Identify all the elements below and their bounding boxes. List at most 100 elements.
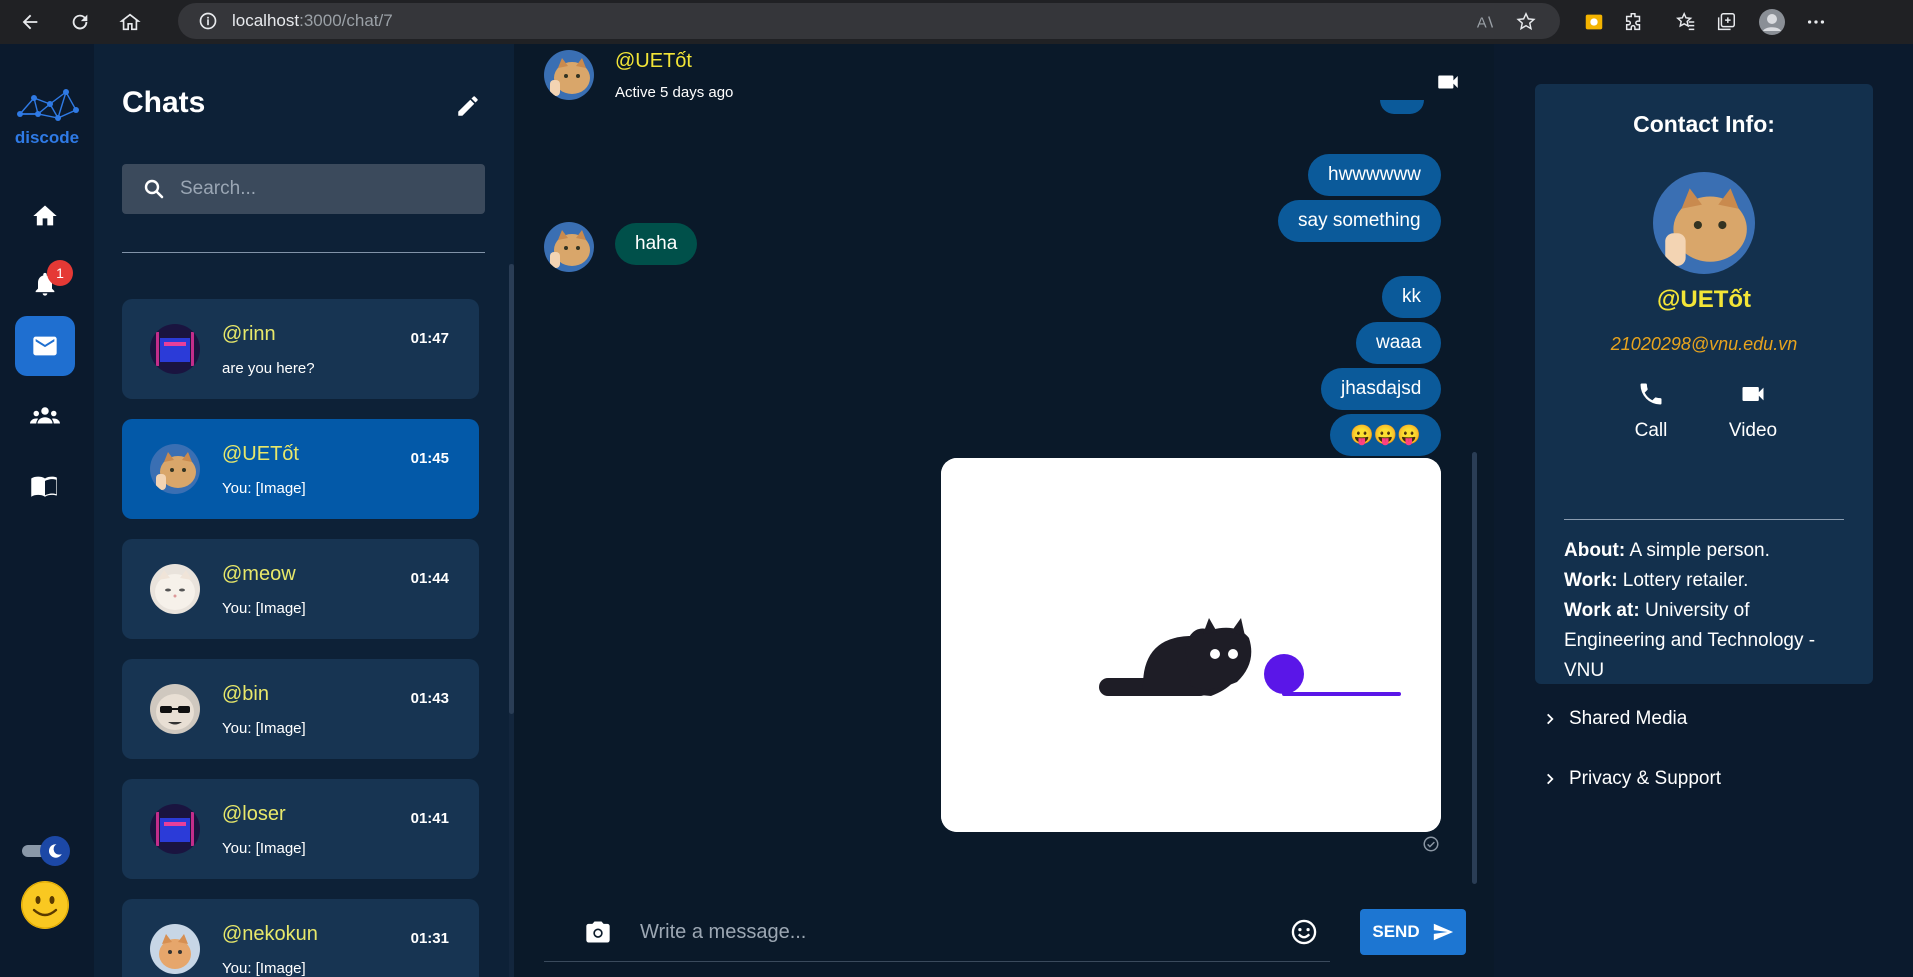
address-bar[interactable]: localhost:3000/chat/7	[178, 3, 1560, 39]
conversation-scrollbar[interactable]	[1472, 452, 1477, 884]
contact-card: Contact Info: @UETốt 21020298@vnu.edu.vn…	[1535, 84, 1873, 684]
emoji-icon	[1291, 919, 1317, 945]
extensions-puzzle-icon[interactable]	[1614, 2, 1654, 42]
call-button[interactable]: Call	[1611, 380, 1691, 442]
contact-name: @UETốt	[1656, 286, 1752, 313]
search-input[interactable]	[180, 178, 460, 200]
shared-media-toggle[interactable]: Shared Media	[1543, 708, 1687, 730]
info-icon[interactable]	[198, 11, 218, 31]
svg-text:A: A	[1477, 16, 1487, 32]
avatar	[150, 684, 200, 734]
phone-icon	[1640, 383, 1662, 405]
home-outline-icon	[119, 13, 141, 31]
nav-home[interactable]	[15, 186, 75, 246]
collections-icon[interactable]	[1706, 2, 1746, 42]
favorites-icon[interactable]	[1666, 2, 1706, 42]
send-button[interactable]: SEND	[1360, 909, 1466, 955]
conversation-avatar[interactable]	[544, 50, 594, 100]
chat-preview: are you here?	[222, 360, 315, 377]
message-bubble-outgoing: jhasdajsd	[1321, 368, 1442, 410]
conversation-panel: @UETốt Active 5 days ago hwwwwww say som…	[514, 44, 1494, 977]
work-at-row: Work at: University of Engineering and T…	[1564, 600, 1816, 681]
chats-title: Chats	[122, 86, 206, 119]
send-label: SEND	[1372, 922, 1420, 941]
chat-preview: You: [Image]	[222, 720, 306, 737]
reload-icon	[72, 14, 88, 30]
user-avatar-smiley[interactable]	[20, 880, 70, 930]
chat-time: 01:45	[410, 450, 449, 467]
avatar	[150, 804, 200, 854]
nav-groups[interactable]	[15, 386, 75, 446]
chat-time: 01:31	[410, 930, 449, 947]
browser-toolbar: localhost:3000/chat/7 A	[0, 0, 1913, 44]
chat-item-rinn[interactable]: @rinn 01:47 are you here?	[122, 299, 479, 399]
chat-time: 01:47	[410, 330, 449, 347]
notification-badge: 1	[47, 260, 73, 286]
videocam-icon	[1742, 387, 1764, 401]
extension-icon[interactable]	[1574, 2, 1614, 42]
back-button[interactable]	[10, 4, 50, 40]
call-label: Call	[1634, 420, 1668, 441]
nav-messages[interactable]	[15, 316, 75, 376]
chat-item-meow[interactable]: @meow 01:44 You: [Image]	[122, 539, 479, 639]
work-row: Work: Lottery retailer.	[1564, 570, 1749, 591]
conversation-status: Active 5 days ago	[615, 84, 734, 101]
search-box[interactable]	[122, 164, 485, 214]
chevron-right-icon	[1547, 713, 1554, 725]
attach-photo-button[interactable]	[582, 916, 614, 948]
arrow-left-icon	[22, 14, 38, 30]
url-text: localhost:3000/chat/7	[232, 11, 393, 30]
contact-info-panel: Contact Info: @UETốt 21020298@vnu.edu.vn…	[1494, 44, 1913, 977]
chat-name: @nekokun	[222, 923, 318, 945]
chat-name: @rinn	[222, 323, 276, 345]
chat-preview: You: [Image]	[222, 960, 306, 977]
nav-notifications[interactable]: 1	[15, 254, 75, 314]
privacy-support-toggle[interactable]: Privacy & Support	[1543, 768, 1721, 790]
groups-icon	[30, 407, 60, 424]
network-logo-icon	[17, 89, 79, 121]
app-root: discode 1 Chats Search... @rinn 01:47 ar…	[0, 44, 1913, 977]
reload-button[interactable]	[60, 4, 100, 40]
divider	[122, 252, 485, 253]
shared-media-label: Shared Media	[1569, 708, 1688, 729]
chat-preview: You: [Image]	[222, 600, 306, 617]
send-icon	[1433, 923, 1453, 941]
theme-toggle[interactable]	[22, 836, 72, 866]
video-button[interactable]: Video	[1713, 380, 1793, 442]
message-image[interactable]	[941, 458, 1441, 832]
message-bubble-outgoing: say something	[1278, 200, 1441, 242]
cat-with-yarn-image	[941, 458, 1441, 832]
video-label: Video	[1728, 420, 1778, 441]
message-input[interactable]	[640, 916, 1250, 948]
chat-name: @meow	[222, 563, 296, 585]
favorite-add-icon[interactable]	[1506, 2, 1546, 42]
moon-icon	[40, 836, 70, 866]
new-chat-button[interactable]	[450, 88, 486, 124]
nav-docs[interactable]	[15, 456, 75, 516]
home-button[interactable]	[110, 4, 150, 40]
more-menu-icon[interactable]	[1796, 2, 1836, 42]
message-bubble-incoming: haha	[615, 223, 698, 265]
avatar	[150, 564, 200, 614]
message-composer	[544, 902, 1330, 962]
chat-item-nekokun[interactable]: @nekokun 01:31 You: [Image]	[122, 899, 479, 977]
profile-icon[interactable]	[1752, 2, 1792, 42]
divider	[1564, 519, 1844, 520]
logo-text: discode	[14, 128, 80, 147]
smiley-icon	[21, 881, 69, 929]
search-icon	[144, 179, 164, 199]
chevron-right-icon	[1547, 773, 1554, 785]
chat-item-uetot[interactable]: @UETốt 01:45 You: [Image]	[122, 419, 479, 519]
chat-name: @loser	[222, 803, 286, 825]
emoji-picker-button[interactable]	[1288, 916, 1320, 948]
read-aloud-icon[interactable]: A	[1466, 2, 1506, 42]
contact-info-title: Contact Info:	[1633, 111, 1775, 137]
video-call-button[interactable]	[1430, 64, 1466, 100]
contact-email[interactable]: 21020298@vnu.edu.vn	[1535, 334, 1873, 355]
chat-item-loser[interactable]: @loser 01:41 You: [Image]	[122, 779, 479, 879]
avatar	[150, 924, 200, 974]
discode-logo[interactable]: discode	[10, 84, 84, 147]
contact-avatar[interactable]	[1653, 172, 1755, 274]
chat-item-bin[interactable]: @bin 01:43 You: [Image]	[122, 659, 479, 759]
pencil-icon	[458, 96, 478, 116]
